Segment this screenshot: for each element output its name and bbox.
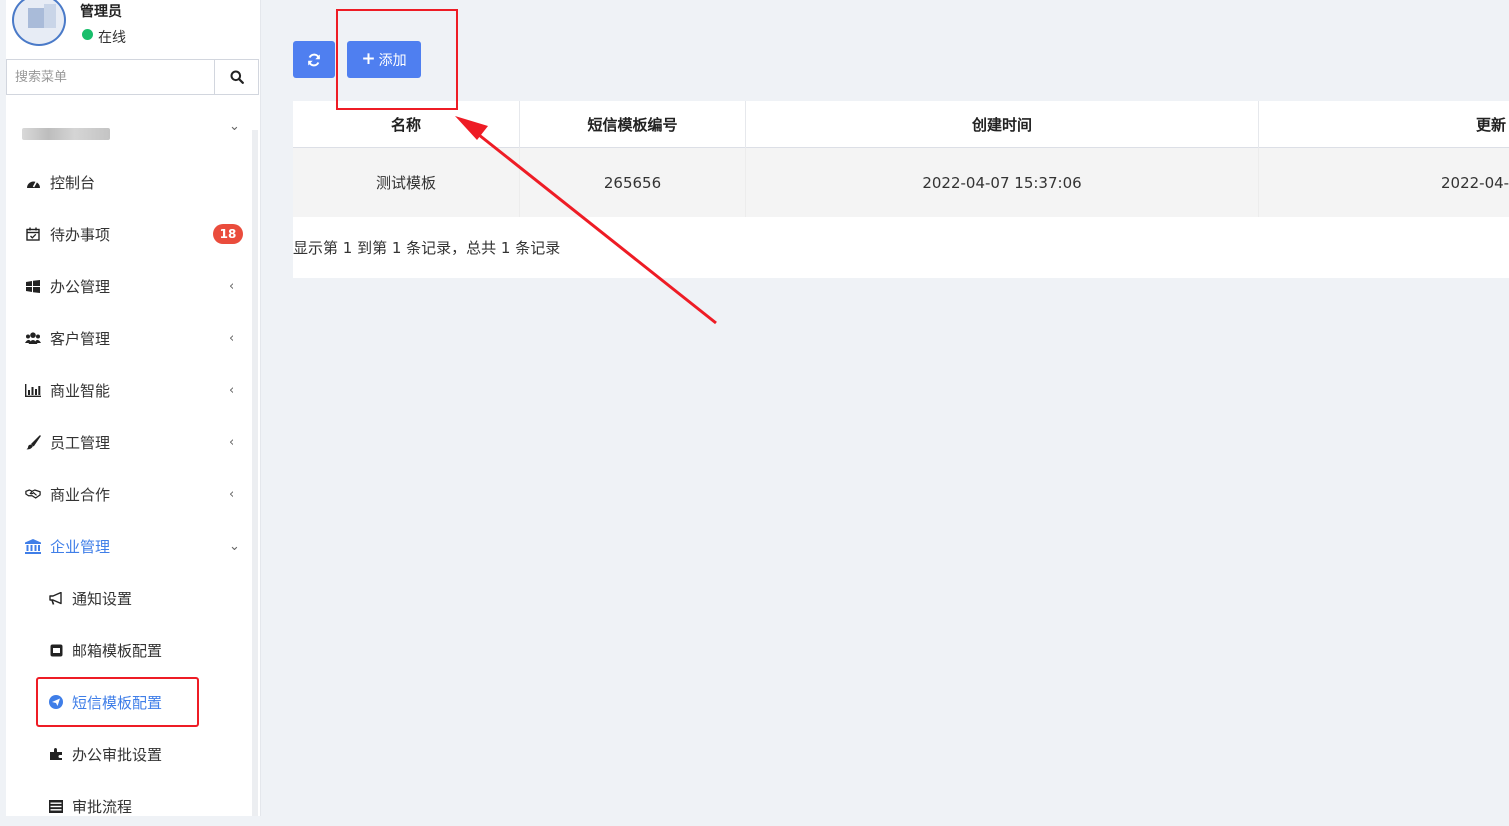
dashboard-icon: [25, 174, 41, 190]
sidebar-item-label: 商业合作: [50, 485, 111, 504]
column-header-created-time[interactable]: 创建时间: [746, 101, 1259, 148]
sidebar-subitem-approval-flow[interactable]: 审批流程: [6, 786, 252, 826]
cell-updated-time: 2022-04-1: [1441, 173, 1509, 192]
bank-icon: [25, 538, 41, 554]
sidebar-item-office[interactable]: 办公管理 ‹: [6, 266, 252, 306]
column-header-updated-time[interactable]: 更新: [1259, 101, 1509, 148]
sidebar-item-enterprise[interactable]: 企业管理 ⌄: [6, 526, 252, 566]
sidebar-item-customers[interactable]: 客户管理 ‹: [6, 318, 252, 358]
online-status-dot: [82, 29, 93, 40]
sidebar: 管理员 在线 ⌄ 控制台 待办事项: [6, 0, 261, 816]
column-header-sms-code[interactable]: 短信模板编号: [520, 101, 746, 148]
windows-icon: [25, 278, 41, 294]
refresh-button[interactable]: [293, 41, 335, 78]
bar-chart-icon: [25, 382, 41, 398]
sidebar-item-staff[interactable]: 员工管理 ‹: [6, 422, 252, 462]
sidebar-item-dashboard[interactable]: 控制台: [6, 162, 252, 202]
sidebar-scrollbar[interactable]: [252, 130, 258, 816]
annotation-highlight-add-button: [336, 9, 458, 110]
sidebar-item-label: 控制台: [50, 173, 96, 192]
handshake-icon: [25, 486, 41, 502]
calendar-check-icon: [25, 226, 41, 242]
sidebar-subitem-notification-settings[interactable]: 通知设置: [6, 578, 252, 618]
table-header: 名称 短信模板编号 创建时间 更新: [293, 101, 1509, 148]
todo-count-badge: 18: [213, 224, 243, 244]
sidebar-item-label: 邮箱模板配置: [72, 641, 163, 660]
cell-sms-code: 265656: [520, 148, 746, 217]
chevron-left-icon: ‹: [229, 330, 235, 346]
sidebar-item-bi[interactable]: 商业智能 ‹: [6, 370, 252, 410]
sidebar-item-label: 通知设置: [72, 589, 133, 608]
table-footer: 显示第 1 到第 1 条记录，总共 1 条记录: [293, 217, 1509, 278]
chevron-left-icon: ‹: [229, 486, 235, 502]
sidebar-item-label: 企业管理: [50, 537, 111, 556]
sidebar-item-label: 办公管理: [50, 277, 111, 296]
avatar[interactable]: [12, 0, 66, 46]
menu-search: [6, 59, 259, 95]
list-icon: [48, 798, 64, 814]
sidebar-subitem-approval-settings[interactable]: 办公审批设置: [6, 734, 252, 774]
sidebar-item-label: 审批流程: [72, 797, 133, 816]
sidebar-item-label: 办公审批设置: [72, 745, 163, 764]
sidebar-subitem-email-template[interactable]: 邮箱模板配置: [6, 630, 252, 670]
blurred-organization-name: [22, 128, 110, 140]
cell-created-time: 2022-04-07 15:37:06: [746, 148, 1259, 217]
envelope-square-icon: [48, 642, 64, 658]
user-name: 管理员: [80, 4, 122, 20]
chevron-left-icon: ‹: [229, 382, 235, 398]
menu-search-button[interactable]: [214, 60, 258, 94]
chevron-left-icon: ‹: [229, 278, 235, 294]
pagination-info: 显示第 1 到第 1 条记录，总共 1 条记录: [293, 239, 561, 257]
annotation-highlight-sms-menu: [36, 677, 199, 727]
chevron-down-icon: ⌄: [229, 118, 240, 134]
user-panel: 管理员 在线: [6, 0, 260, 58]
users-icon: [25, 330, 41, 346]
sidebar-item-label: 待办事项: [50, 225, 111, 244]
search-icon: [230, 70, 244, 84]
sidebar-item-label: 商业智能: [50, 381, 111, 400]
chevron-left-icon: ‹: [229, 434, 235, 450]
puzzle-icon: [48, 746, 64, 762]
sidebar-item-label: 员工管理: [50, 433, 111, 452]
online-status-text: 在线: [98, 30, 126, 46]
sidebar-item-partners[interactable]: 商业合作 ‹: [6, 474, 252, 514]
refresh-icon: [308, 53, 320, 66]
menu-search-input[interactable]: [7, 60, 214, 94]
sidebar-item-label: 客户管理: [50, 329, 111, 348]
sidebar-item-todo[interactable]: 待办事项 18: [6, 214, 252, 254]
table-row[interactable]: 测试模板 265656 2022-04-07 15:37:06 2022-04-…: [293, 148, 1509, 217]
cell-name: 测试模板: [293, 148, 520, 217]
brush-icon: [25, 434, 41, 450]
bullhorn-icon: [48, 590, 64, 606]
chevron-down-icon: ⌄: [229, 538, 240, 554]
sidebar-item-organization[interactable]: ⌄: [6, 106, 252, 146]
